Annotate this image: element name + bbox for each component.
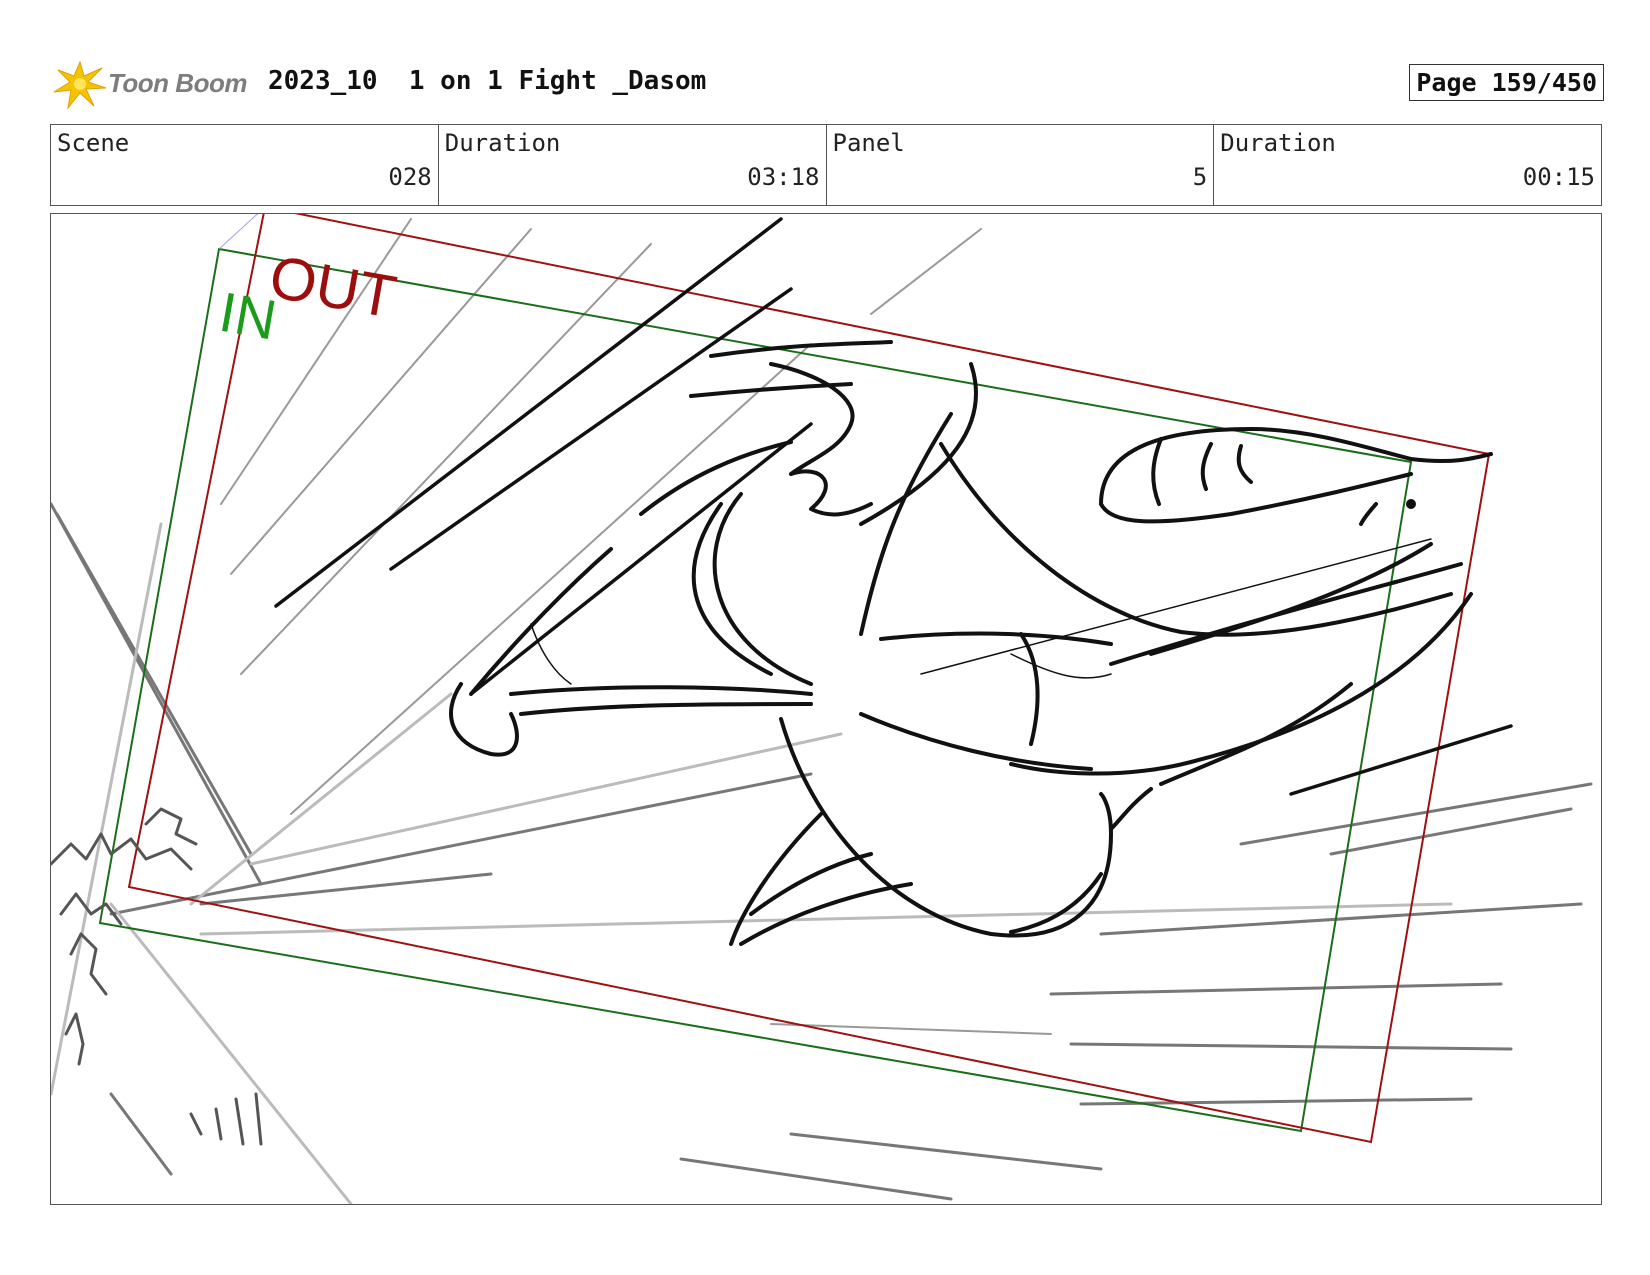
- panel-value: 5: [1192, 163, 1208, 191]
- scene-value: 028: [388, 163, 432, 191]
- out-frame: [127, 214, 1491, 1144]
- scene-label: Scene: [57, 129, 130, 157]
- background-speed-lines: [51, 218, 1593, 1204]
- logo-text: Toon Boom: [108, 68, 247, 98]
- debris-sketch: [51, 807, 263, 1146]
- scene-duration-cell: Duration 03:18: [439, 125, 827, 205]
- header: Toon Boom 2023_10 1 on 1 Fight _Dasom Pa…: [52, 58, 1604, 110]
- panel-duration-value: 00:15: [1522, 163, 1595, 191]
- storyboard-panel: IN OUT: [50, 213, 1602, 1205]
- page-number: Page 159/450: [1409, 64, 1604, 101]
- scene-cell: Scene 028: [51, 125, 439, 205]
- project-title: 2023_10 1 on 1 Fight _Dasom: [268, 66, 707, 96]
- starburst-icon: [53, 60, 107, 110]
- panel-label: Panel: [832, 129, 905, 157]
- info-table: Scene 028 Duration 03:18 Panel 5 Duratio…: [50, 124, 1602, 206]
- panel-duration-label: Duration: [1220, 129, 1336, 157]
- panel-duration-cell: Duration 00:15: [1214, 125, 1601, 205]
- scene-duration-label: Duration: [444, 129, 561, 157]
- panel-cell: Panel 5: [827, 125, 1215, 205]
- scene-duration-value: 03:18: [747, 163, 820, 191]
- out-label: OUT: [265, 243, 401, 331]
- toon-boom-logo: Toon Boom: [52, 58, 252, 110]
- sketch-drawing: IN OUT: [51, 214, 1593, 1204]
